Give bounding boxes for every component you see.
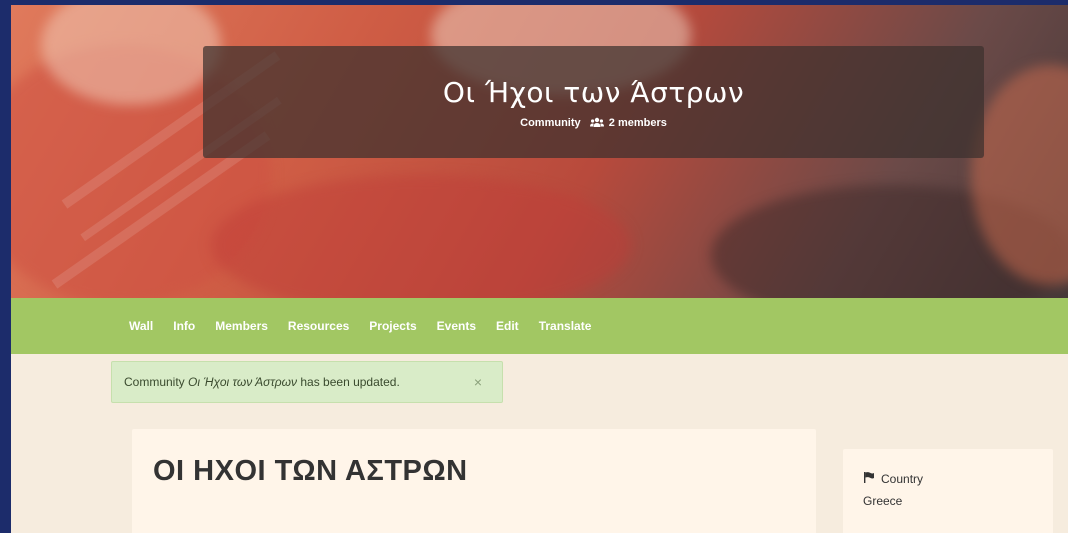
alert-prefix: Community bbox=[124, 375, 189, 389]
cover-banner: Οι Ήχοι των Άστρων Community 2 members bbox=[11, 5, 1068, 298]
page-title: ΟΙ ΗΧΟΙ ΤΩΝ ΑΣΤΡΩΝ bbox=[153, 455, 468, 487]
community-title: Οι Ήχοι των Άστρων bbox=[442, 76, 745, 109]
main-content-card: ΟΙ ΗΧΟΙ ΤΩΝ ΑΣΤΡΩΝ bbox=[132, 429, 816, 533]
community-meta: Community 2 members bbox=[203, 117, 984, 131]
community-nav: Wall Info Members Resources Projects Eve… bbox=[11, 298, 1068, 354]
tab-wall[interactable]: Wall bbox=[129, 298, 153, 354]
community-type: Community bbox=[520, 117, 581, 129]
tab-projects[interactable]: Projects bbox=[369, 298, 416, 354]
alert-suffix: has been updated. bbox=[297, 375, 400, 389]
tab-members[interactable]: Members bbox=[215, 298, 268, 354]
country-label-row: Country bbox=[863, 471, 1053, 486]
tab-events[interactable]: Events bbox=[437, 298, 476, 354]
tab-edit[interactable]: Edit bbox=[496, 298, 519, 354]
update-success-alert: Community Οι Ήχοι των Άστρων has been up… bbox=[111, 361, 503, 403]
country-value: Greece bbox=[863, 494, 903, 508]
country-label: Country bbox=[881, 471, 924, 486]
flag-icon bbox=[863, 471, 881, 486]
tab-resources[interactable]: Resources bbox=[288, 298, 349, 354]
tab-translate[interactable]: Translate bbox=[539, 298, 592, 354]
country-card: Country Greece bbox=[843, 449, 1053, 533]
alert-community-name: Οι Ήχοι των Άστρων bbox=[188, 375, 298, 389]
close-icon[interactable]: × bbox=[474, 362, 482, 402]
member-count[interactable]: 2 members bbox=[609, 117, 667, 129]
page-frame: Οι Ήχοι των Άστρων Community 2 members W… bbox=[11, 5, 1068, 533]
community-title-card: Οι Ήχοι των Άστρων Community 2 members bbox=[203, 46, 984, 158]
tab-info[interactable]: Info bbox=[173, 298, 195, 354]
users-icon bbox=[589, 117, 604, 131]
